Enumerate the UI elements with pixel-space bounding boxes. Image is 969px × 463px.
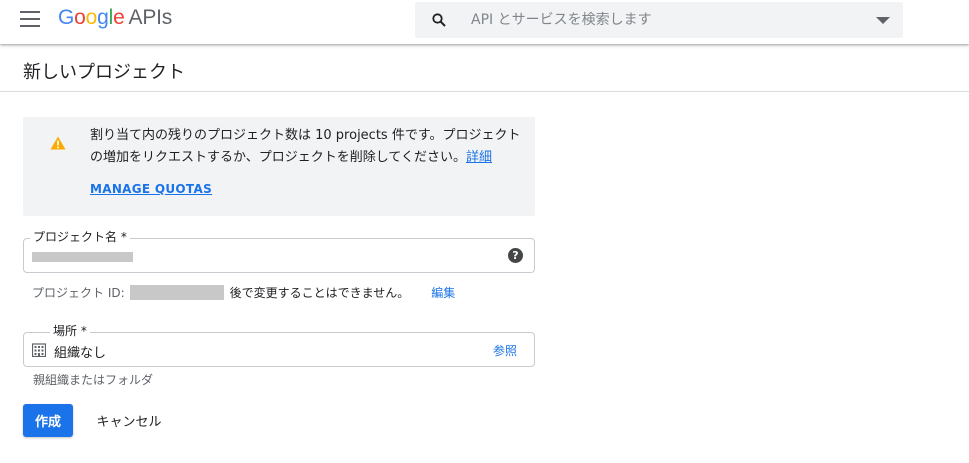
quota-warning-panel: 割り当て内の残りのプロジェクト数は 10 projects 件です。プロジェクト… — [23, 117, 535, 216]
project-id-row: プロジェクト ID: 後で変更することはできません。 編集 — [32, 284, 455, 300]
location-value: 組織なし — [54, 346, 107, 361]
page-header: 新しいプロジェクト — [0, 44, 969, 92]
manage-quotas-link[interactable]: MANAGE QUOTAS — [90, 182, 212, 196]
project-id-prefix: プロジェクト ID: — [32, 285, 125, 300]
project-name-input[interactable] — [32, 246, 492, 266]
cancel-button[interactable]: キャンセル — [88, 404, 170, 437]
location-helper-text: 親組織またはフォルダ — [33, 373, 154, 387]
details-link[interactable]: 詳細 — [466, 150, 492, 165]
warning-text: 割り当て内の残りのプロジェクト数は 10 projects 件です。プロジェクト… — [90, 128, 521, 165]
search-input[interactable] — [471, 8, 861, 32]
warning-icon — [50, 136, 66, 150]
logo-letter: o — [85, 6, 98, 29]
chevron-down-icon[interactable] — [876, 17, 890, 24]
page-title: 新しいプロジェクト — [23, 62, 185, 83]
project-id-suffix: 後で変更することはできません。 — [229, 285, 410, 300]
project-name-label: プロジェクト名 * — [30, 228, 130, 245]
project-name-field[interactable]: プロジェクト名 * ? — [23, 228, 535, 273]
logo-suffix: APIs — [128, 6, 173, 29]
logo-letter: G — [58, 6, 75, 29]
location-field[interactable]: 場所 * 組織なし 参照 — [23, 322, 535, 367]
logo-letter: e — [113, 6, 125, 29]
search-icon[interactable] — [432, 13, 446, 27]
menu-icon[interactable] — [20, 11, 40, 27]
top-app-bar: Google APIs — [0, 0, 969, 44]
location-label: 場所 * — [50, 322, 90, 339]
logo-letter: o — [74, 6, 86, 29]
search-bar — [415, 2, 903, 38]
warning-message: 割り当て内の残りのプロジェクト数は 10 projects 件です。プロジェクト… — [90, 125, 522, 169]
help-icon[interactable]: ? — [508, 248, 523, 263]
browse-location-link[interactable]: 参照 — [493, 342, 517, 359]
edit-project-id-link[interactable]: 編集 — [431, 284, 455, 301]
logo-letter: g — [97, 6, 109, 29]
redacted-project-id — [129, 284, 224, 300]
create-button[interactable]: 作成 — [23, 404, 73, 437]
google-apis-logo[interactable]: Google APIs — [58, 6, 172, 30]
building-icon — [32, 343, 46, 357]
